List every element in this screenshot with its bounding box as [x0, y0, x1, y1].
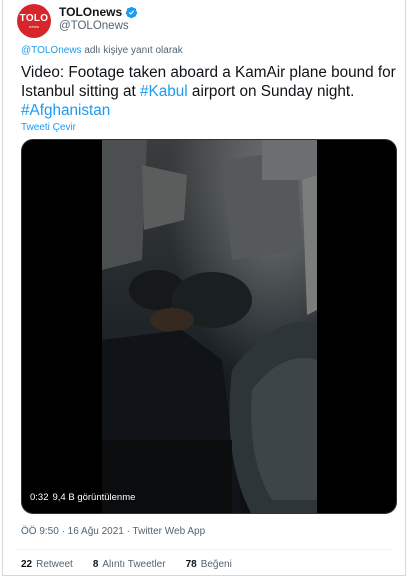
video-frame-image — [102, 140, 317, 513]
avatar-logo-subtext: news — [28, 23, 40, 29]
tweet-text-part: airport on Sunday night. — [187, 83, 355, 100]
video-view-count: 9,4 B görüntülenme — [52, 492, 136, 503]
author-handle[interactable]: @TOLOnews — [59, 20, 129, 32]
reply-context-text: adlı kişiye yanıt olarak — [81, 45, 183, 56]
quote-tweets-count: 8 — [92, 559, 99, 570]
video-duration: 0:32 — [30, 492, 49, 503]
reply-context: @TOLOnews adlı kişiye yanıt olarak — [21, 45, 183, 56]
video-overlay-info: 0:32 9,4 B görüntülenme — [30, 492, 135, 503]
avatar-logo-text: TOLO — [19, 12, 49, 24]
quote-tweets-label: Alıntı Tweetler — [102, 559, 166, 570]
engagement-stats: 22 Retweet 8 Alıntı Tweetler 78 Beğeni — [21, 559, 232, 570]
reply-mention-link[interactable]: @TOLOnews — [21, 45, 82, 56]
retweets-stat[interactable]: 22 Retweet — [21, 559, 73, 570]
divider — [17, 549, 391, 550]
likes-count: 78 — [185, 559, 197, 570]
hashtag-afghanistan-link[interactable]: #Afghanistan — [21, 102, 110, 119]
hashtag-kabul-link[interactable]: #Kabul — [140, 83, 188, 100]
retweets-count: 22 — [21, 559, 33, 570]
tweet-card: TOLO news TOLOnews @TOLOnews @TOLOnews a… — [2, 0, 406, 576]
avatar[interactable]: TOLO news — [17, 4, 51, 38]
quote-tweets-stat[interactable]: 8 Alıntı Tweetler — [93, 559, 166, 570]
display-name[interactable]: TOLOnews — [59, 5, 122, 19]
retweets-label: Retweet — [36, 559, 73, 570]
likes-stat[interactable]: 78 Beğeni — [186, 559, 232, 570]
translate-tweet-link[interactable]: Tweeti Çevir — [21, 122, 76, 133]
video-player[interactable]: 0:32 9,4 B görüntülenme — [21, 139, 397, 514]
tweet-timestamp-source[interactable]: ÖÖ 9:50 · 16 Ağu 2021 · Twitter Web App — [21, 526, 205, 537]
verified-badge-icon — [125, 6, 138, 18]
author-name-row[interactable]: TOLOnews — [59, 5, 138, 19]
tweet-text: Video: Footage taken aboard a KamAir pla… — [21, 63, 401, 120]
likes-label: Beğeni — [200, 559, 232, 570]
